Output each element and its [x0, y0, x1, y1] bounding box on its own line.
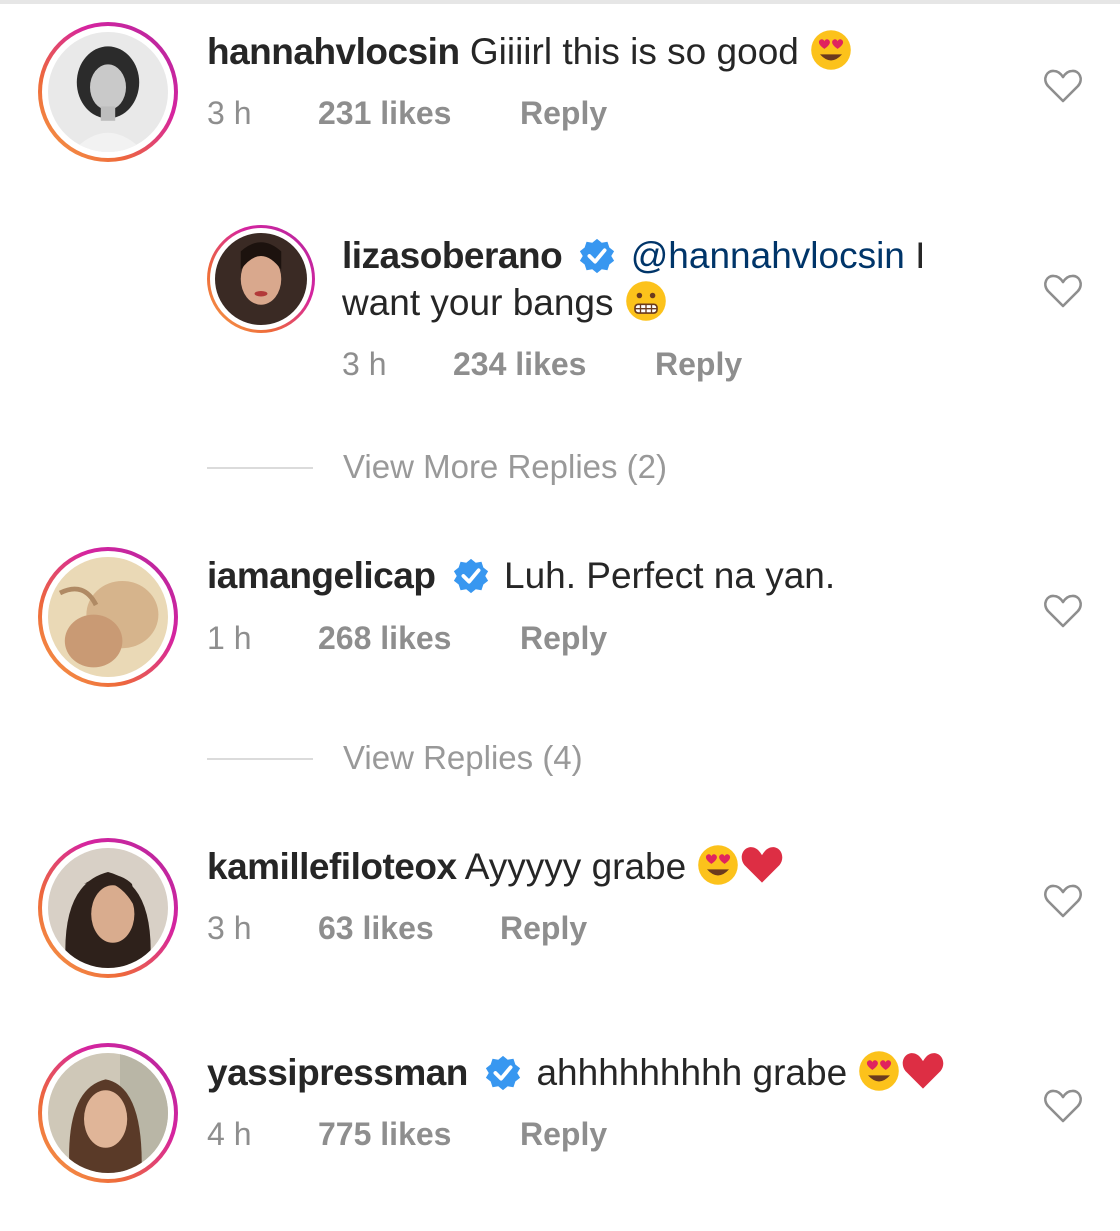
view-more-replies-button[interactable]: View More Replies (2)	[207, 445, 707, 489]
view-replies-button[interactable]: View Replies (4)	[207, 736, 627, 780]
avatar-photo-hannahvlocsin	[48, 32, 168, 152]
likes-count[interactable]: 234 likes	[453, 344, 586, 384]
verified-badge-icon	[452, 557, 490, 595]
reply-button[interactable]: Reply	[500, 908, 587, 948]
username[interactable]: yassipressman	[207, 1052, 468, 1093]
reply-button[interactable]: Reply	[520, 618, 607, 658]
comment-line-2: want your bangs	[342, 279, 668, 326]
heart-eyes-emoji-icon	[857, 1049, 901, 1093]
view-more-replies-label: View More Replies (2)	[343, 448, 668, 485]
timestamp: 3 h	[342, 346, 387, 382]
likes-count[interactable]: 775 likes	[318, 1114, 451, 1154]
top-divider	[0, 0, 1120, 4]
timestamp: 4 h	[207, 1116, 252, 1152]
avatar[interactable]	[38, 1043, 178, 1183]
divider	[207, 467, 313, 469]
avatar-photo-iamangelicap	[48, 557, 168, 677]
timestamp: 1 h	[207, 620, 252, 656]
grimacing-face-emoji-icon	[624, 279, 668, 323]
avatar-photo-kamillefiloteox	[48, 848, 168, 968]
comment-text: Ayyyyy grabe	[464, 846, 687, 887]
reply-button[interactable]: Reply	[520, 1114, 607, 1154]
comment-text: ahhhhhhhhh grabe	[536, 1052, 848, 1093]
avatar[interactable]	[38, 838, 178, 978]
verified-badge-icon	[484, 1054, 522, 1092]
username[interactable]: hannahvlocsin	[207, 31, 460, 72]
avatar[interactable]	[38, 22, 178, 162]
likes-count[interactable]: 63 likes	[318, 908, 434, 948]
avatar[interactable]	[38, 547, 178, 687]
like-heart-icon[interactable]	[1043, 593, 1083, 629]
like-heart-icon[interactable]	[1043, 273, 1083, 309]
view-replies-label: View Replies (4)	[343, 739, 583, 776]
avatar-photo-lizasoberano	[215, 233, 307, 325]
comment-text: Luh. Perfect na yan.	[504, 555, 836, 596]
comment-line: iamangelicap Luh. Perfect na yan.	[207, 553, 835, 599]
comment-line: lizasoberano @hannahvlocsin I	[342, 233, 925, 279]
comment-text: want your bangs	[342, 282, 614, 323]
comment-line: kamillefiloteox Ayyyyy grabe	[207, 843, 784, 890]
red-heart-emoji-icon	[901, 1049, 945, 1093]
verified-badge-icon	[578, 237, 616, 275]
reply-button[interactable]: Reply	[520, 93, 607, 133]
likes-count[interactable]: 268 likes	[318, 618, 451, 658]
timestamp: 3 h	[207, 910, 252, 946]
mention-link[interactable]: @hannahvlocsin	[631, 235, 905, 276]
like-heart-icon[interactable]	[1043, 883, 1083, 919]
like-heart-icon[interactable]	[1043, 1088, 1083, 1124]
likes-count[interactable]: 231 likes	[318, 93, 451, 133]
timestamp: 3 h	[207, 95, 252, 131]
avatar-photo-yassipressman	[48, 1053, 168, 1173]
like-heart-icon[interactable]	[1043, 68, 1083, 104]
comment-text: Giiiirl this is so good	[469, 31, 799, 72]
reply-button[interactable]: Reply	[655, 344, 742, 384]
comment-line: hannahvlocsin Giiiirl this is so good	[207, 28, 853, 75]
heart-eyes-emoji-icon	[809, 28, 853, 72]
username[interactable]: lizasoberano	[342, 235, 563, 276]
red-heart-emoji-icon	[740, 843, 784, 887]
username[interactable]: iamangelicap	[207, 555, 436, 596]
avatar[interactable]	[207, 225, 315, 333]
username[interactable]: kamillefiloteox	[207, 846, 457, 887]
comment-line: yassipressman ahhhhhhhhh grabe	[207, 1049, 945, 1096]
comment-text: I	[915, 235, 926, 276]
heart-eyes-emoji-icon	[696, 843, 740, 887]
divider	[207, 758, 313, 760]
